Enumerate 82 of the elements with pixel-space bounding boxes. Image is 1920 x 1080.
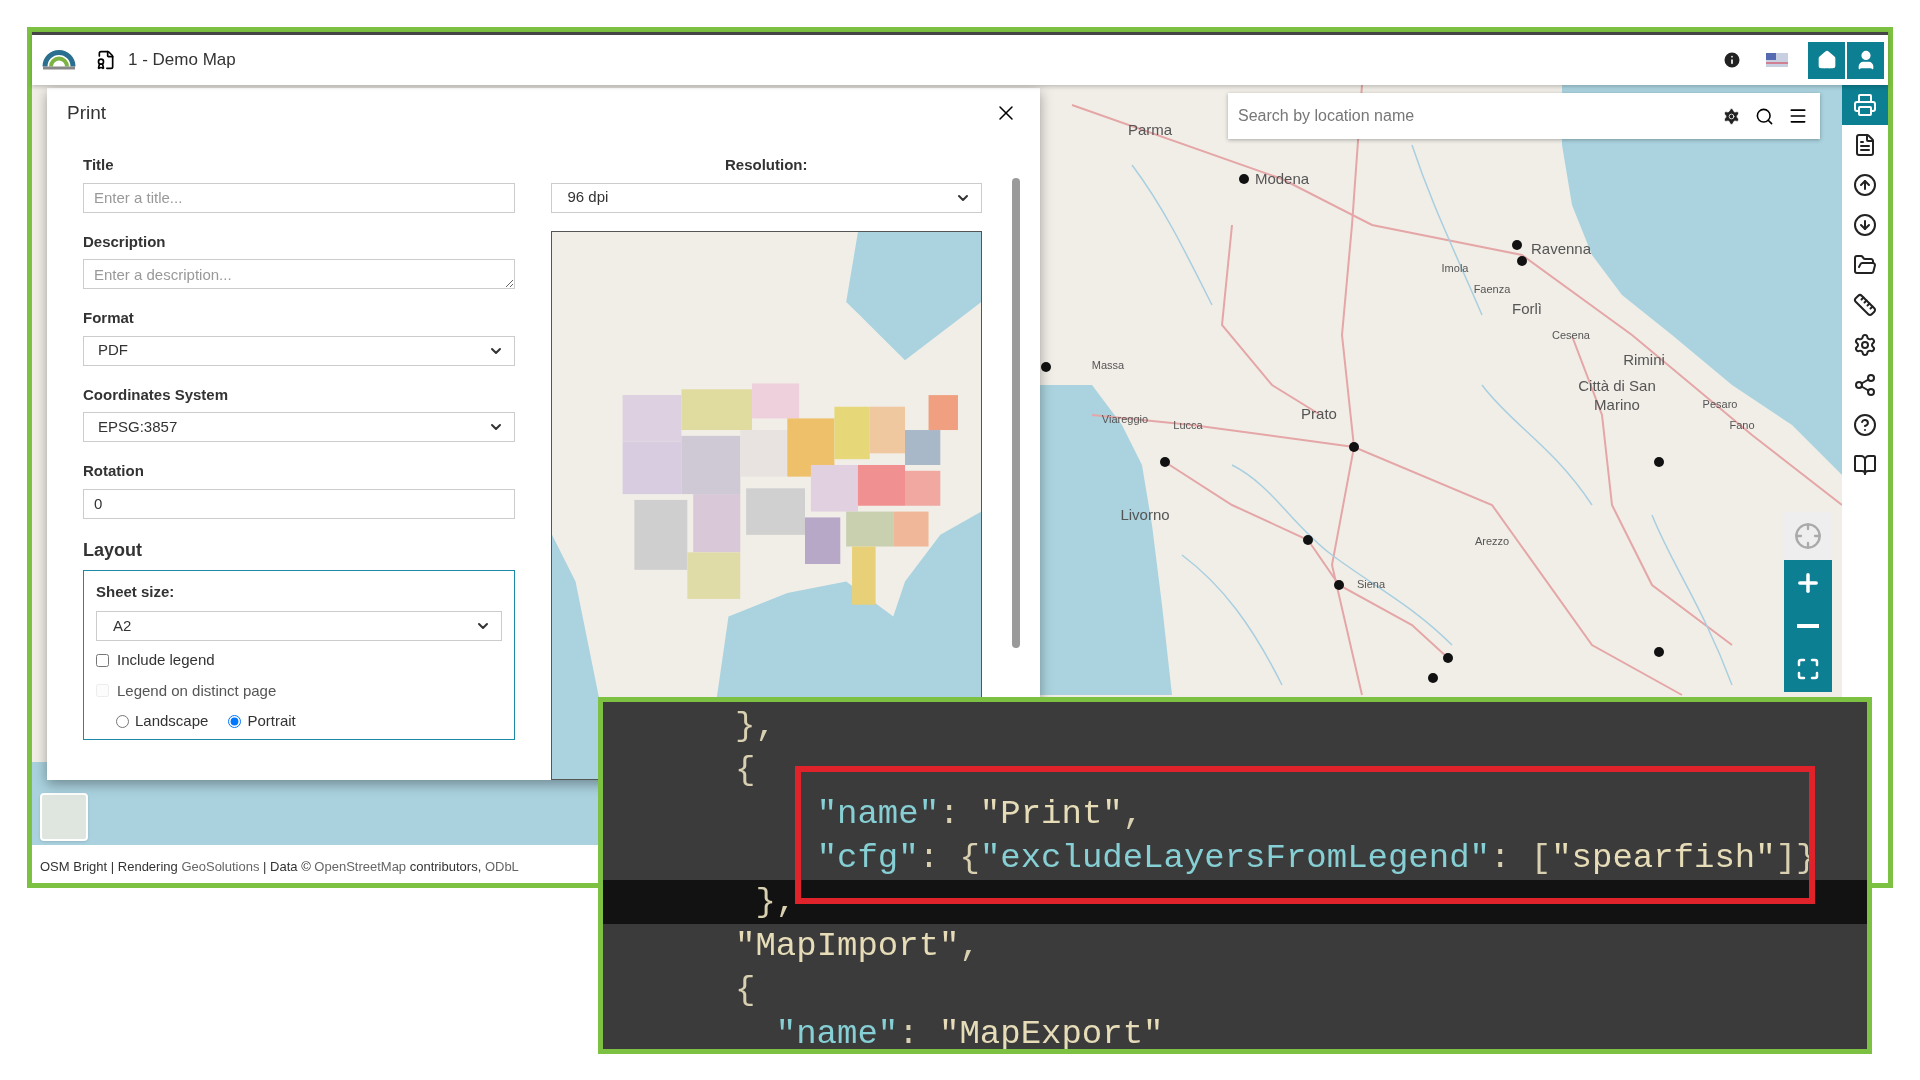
place-label: Livorno: [1120, 505, 1170, 525]
document-icon: [1853, 133, 1877, 157]
book-icon: [1853, 453, 1877, 477]
home-icon: [1816, 50, 1837, 70]
select-field[interactable]: 96 dpi: [550, 182, 982, 213]
field-label: Coordinates System: [83, 384, 230, 405]
select-field[interactable]: A2: [96, 611, 502, 641]
code-line: {: [734, 970, 757, 1011]
place-label: Città di San Marino: [1577, 377, 1657, 415]
folder-icon: [1853, 253, 1877, 277]
place-label: Ravenna: [1531, 239, 1591, 259]
place-label: Parma: [1127, 120, 1173, 140]
overview-map-thumbnail[interactable]: [40, 793, 88, 841]
menu-icon[interactable]: [1788, 106, 1808, 126]
user-button[interactable]: [1847, 41, 1884, 79]
search-field[interactable]: Search by location name: [1238, 104, 1708, 128]
help-icon: [1853, 413, 1877, 437]
document-info-icon: [96, 50, 116, 70]
field-label: Description: [83, 231, 167, 252]
place-label: Lucca: [1173, 419, 1203, 433]
zoom-in-button[interactable]: [1784, 560, 1832, 606]
flag-icon[interactable]: [1766, 53, 1788, 67]
radio-label: Landscape: [135, 711, 209, 731]
map-title: 1 - Demo Map: [128, 49, 236, 72]
place-label: Pesaro: [1702, 398, 1738, 412]
place-label: Siena: [1356, 578, 1386, 592]
radio-button[interactable]: [228, 714, 242, 728]
text-field[interactable]: 0: [83, 488, 515, 519]
minus-icon: [1797, 624, 1819, 628]
code-line: "cfg": {"excludeLayersFromLegend": ["spearfish"]}: [815, 838, 1818, 879]
ruler-icon: [1853, 293, 1877, 317]
upload-icon: [1853, 173, 1877, 197]
scrollbar[interactable]: [1012, 178, 1020, 648]
full-extent-button[interactable]: [1784, 646, 1832, 692]
settings-icon: [1853, 333, 1877, 357]
place-label: Arezzo: [1474, 535, 1510, 549]
checkbox-label: Legend on distinct page: [117, 680, 277, 701]
attribution-link[interactable]: ODbL: [484, 858, 519, 874]
code-line: },: [734, 706, 777, 747]
info-icon[interactable]: [1722, 50, 1742, 70]
place-label: Viareggio: [1101, 413, 1149, 427]
code-line: {: [734, 750, 757, 791]
settings-icon[interactable]: [1722, 106, 1741, 126]
place-label: Prato: [1301, 404, 1337, 424]
attribution-text: OSM Bright | Rendering GeoSolutions | Data © OpenStreetMap contributors, ODbL: [40, 857, 519, 876]
select-field[interactable]: PDF: [83, 335, 515, 366]
field-label: Title: [83, 155, 115, 175]
search-bar[interactable]: Search by location name: [1228, 93, 1820, 139]
place-label: Imola: [1441, 262, 1469, 276]
place-label: Forlì: [1512, 299, 1542, 319]
place-label: Faenza: [1473, 283, 1511, 297]
select-field[interactable]: EPSG:3857: [83, 412, 515, 442]
expand-icon: [1796, 657, 1820, 681]
field-label: Format: [83, 308, 135, 328]
field-label: Resolution:: [724, 155, 809, 175]
share-icon: [1853, 373, 1877, 397]
field-label: Sheet size:: [96, 581, 176, 602]
place-label: Modena: [1254, 169, 1310, 189]
printer-icon: [1853, 93, 1877, 117]
crosshair-icon: [1794, 522, 1822, 550]
text-field[interactable]: Enter a title...: [83, 182, 515, 213]
attribution-link[interactable]: GeoSolutions: [181, 858, 260, 874]
place-label: Fano: [1729, 419, 1755, 433]
search-icon[interactable]: [1755, 106, 1774, 126]
download-icon: [1853, 213, 1877, 237]
home-button[interactable]: [1808, 41, 1845, 79]
layout-heading: Layout: [83, 538, 143, 562]
radio-button[interactable]: [116, 714, 129, 728]
checkbox-label: Include legend: [117, 650, 215, 670]
logo-icon: [42, 50, 76, 70]
description-field[interactable]: Enter a description...: [83, 259, 515, 289]
code-line: "name": "Print",: [815, 794, 1145, 835]
attribution-link[interactable]: OpenStreetMap: [314, 858, 407, 874]
place-label: Rimini: [1623, 350, 1665, 370]
checkbox[interactable]: [96, 653, 109, 667]
print-button[interactable]: [1842, 85, 1888, 125]
place-label: Massa: [1091, 359, 1125, 373]
place-label: Cesena: [1552, 329, 1590, 343]
dialog-title: Print: [67, 100, 107, 125]
radio-label: Portrait: [247, 711, 296, 731]
code-line: "MapImport",: [734, 926, 981, 967]
field-label: Rotation: [83, 461, 145, 481]
